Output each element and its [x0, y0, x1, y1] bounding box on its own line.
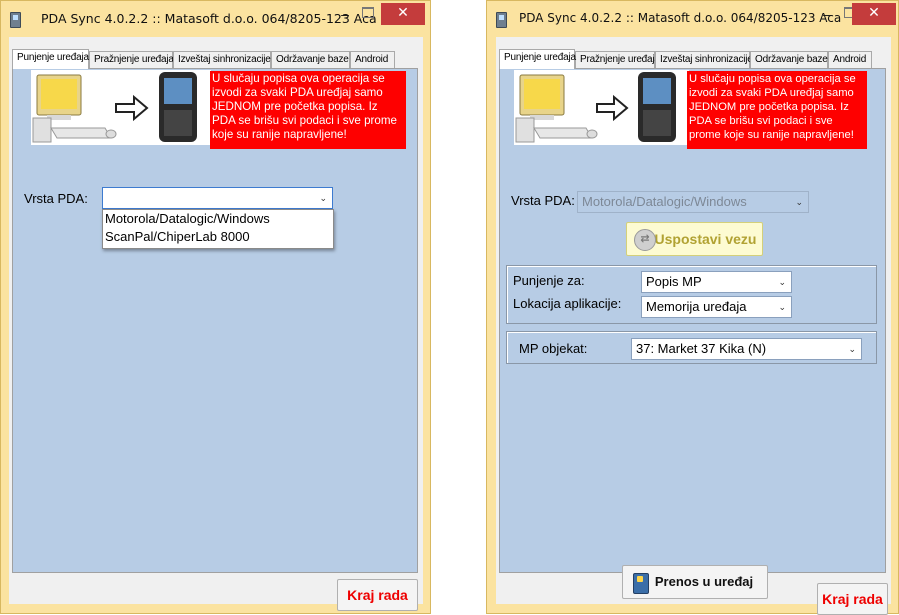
- punjenje-label: Punjenje za:: [513, 273, 585, 288]
- pda-device-icon: [159, 72, 197, 142]
- tab-izvestaj[interactable]: Izveštaj sinhronizacije: [173, 51, 271, 68]
- arrow-right-icon: [596, 94, 629, 122]
- illustration: [514, 70, 689, 145]
- transfer-button[interactable]: Prenos u uređaj: [622, 565, 768, 599]
- app-icon: [10, 12, 21, 28]
- lokacija-select[interactable]: Memorija uređaja ⌄: [641, 296, 792, 318]
- warning-message: U slučaju popisa ova operacija se izvodi…: [687, 71, 867, 149]
- window-client: Punjenje uređaja Pražnjenje uređaja Izve…: [496, 37, 891, 615]
- window-title: PDA Sync 4.0.2.2 :: Matasoft d.o.o. 064/…: [519, 11, 842, 25]
- tab-praznjenje[interactable]: Pražnjenje uređaja: [575, 51, 660, 68]
- chevron-down-icon[interactable]: ⌄: [795, 192, 803, 212]
- chevron-down-icon[interactable]: ⌄: [319, 188, 327, 208]
- window-client: Punjenje uređaja Pražnjenje uređaja Izve…: [9, 37, 423, 611]
- arrow-right-icon: [115, 94, 149, 122]
- maximize-icon[interactable]: [362, 7, 374, 18]
- title-bar[interactable]: PDA Sync 4.0.2.2 :: Matasoft d.o.o. 064/…: [1, 1, 430, 35]
- exit-button[interactable]: Kraj rada: [337, 579, 418, 611]
- title-bar[interactable]: PDA Sync 4.0.2.2 :: Matasoft d.o.o. 064/…: [487, 1, 898, 35]
- illustration: [31, 70, 211, 145]
- mp-object-label: MP objekat:: [519, 341, 588, 356]
- close-icon[interactable]: ✕: [852, 3, 896, 25]
- tab-android[interactable]: Android: [828, 51, 872, 68]
- tab-panel: U slučaju popisa ova operacija se izvodi…: [499, 68, 886, 599]
- pda-type-label: Vrsta PDA:: [24, 191, 88, 206]
- connect-icon: ⇄: [634, 229, 656, 251]
- transfer-icon: [633, 573, 649, 594]
- minimize-icon[interactable]: –: [820, 7, 834, 23]
- chevron-down-icon[interactable]: ⌄: [848, 339, 856, 359]
- minimize-icon[interactable]: –: [338, 7, 352, 23]
- exit-button[interactable]: Kraj rada: [817, 583, 888, 615]
- app-icon: [496, 12, 507, 28]
- tab-punjenje[interactable]: Punjenje uređaja: [499, 49, 576, 69]
- window-title: PDA Sync 4.0.2.2 :: Matasoft d.o.o. 064/…: [41, 11, 377, 26]
- pda-type-dropdown: Motorola/Datalogic/Windows ScanPal/Chipe…: [102, 209, 334, 249]
- pda-device-icon: [638, 72, 676, 142]
- right-window: PDA Sync 4.0.2.2 :: Matasoft d.o.o. 064/…: [486, 0, 899, 615]
- tab-punjenje[interactable]: Punjenje uređaja: [12, 49, 89, 69]
- computer-icon: [515, 74, 598, 143]
- pda-type-select[interactable]: ⌄: [102, 187, 333, 209]
- tab-odrzavanje[interactable]: Održavanje baze: [271, 51, 350, 68]
- tab-panel: U slučaju popisa ova operacija se izvodi…: [12, 68, 418, 573]
- chevron-down-icon[interactable]: ⌄: [778, 272, 786, 292]
- options-group: Punjenje za: Popis MP ⌄ Lokacija aplikac…: [506, 265, 877, 324]
- tab-android[interactable]: Android: [350, 51, 395, 68]
- chevron-down-icon[interactable]: ⌄: [778, 297, 786, 317]
- close-icon[interactable]: ✕: [381, 3, 425, 25]
- tab-izvestaj[interactable]: Izveštaj sinhronizacije: [655, 51, 753, 68]
- punjenje-select[interactable]: Popis MP ⌄: [641, 271, 792, 293]
- tab-praznjenje[interactable]: Pražnjenje uređaja: [89, 51, 174, 68]
- dropdown-option[interactable]: ScanPal/ChiperLab 8000: [103, 228, 333, 246]
- connect-button[interactable]: ⇄ Uspostavi vezu: [626, 222, 763, 256]
- mp-object-select[interactable]: 37: Market 37 Kika (N) ⌄: [631, 338, 862, 360]
- lokacija-label: Lokacija aplikacije:: [513, 296, 622, 311]
- tab-odrzavanje[interactable]: Održavanje baze: [750, 51, 828, 68]
- computer-icon: [32, 74, 117, 143]
- left-window: PDA Sync 4.0.2.2 :: Matasoft d.o.o. 064/…: [0, 0, 431, 614]
- mp-object-group: MP objekat: 37: Market 37 Kika (N) ⌄: [506, 331, 877, 364]
- pda-type-label: Vrsta PDA:: [511, 193, 575, 208]
- pda-type-select[interactable]: Motorola/Datalogic/Windows ⌄: [577, 191, 809, 213]
- warning-message: U slučaju popisa ova operacija se izvodi…: [210, 71, 406, 149]
- dropdown-option[interactable]: Motorola/Datalogic/Windows: [103, 210, 333, 228]
